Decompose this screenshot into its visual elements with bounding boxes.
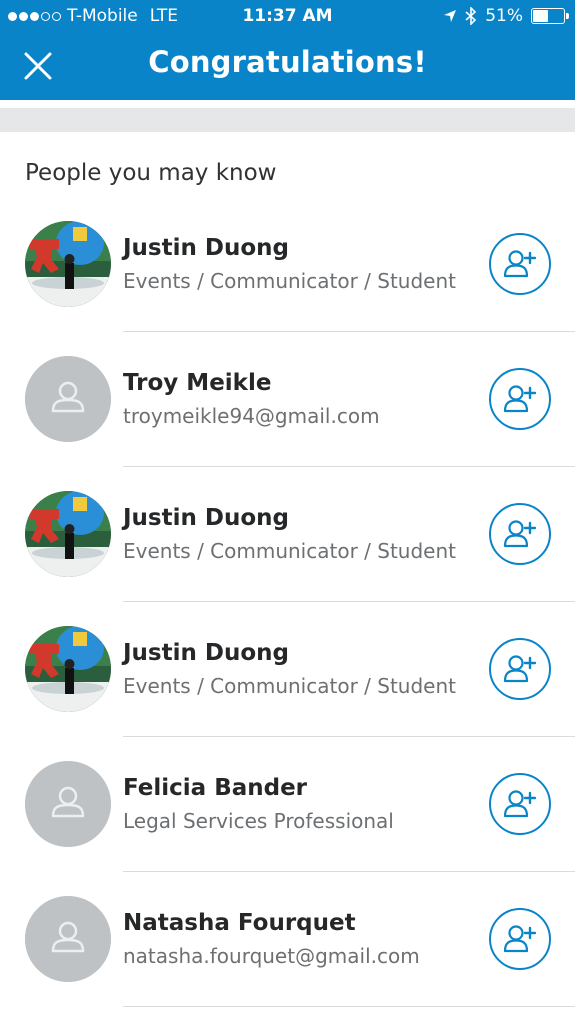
person-row[interactable]: Troy Meikle troymeikle94@gmail.com	[0, 332, 575, 467]
avatar[interactable]	[25, 626, 111, 712]
status-right: 51%	[443, 6, 569, 26]
row-divider	[123, 1005, 575, 1007]
people-list: Justin Duong Events / Communicator / Stud…	[0, 197, 575, 1007]
default-avatar-icon[interactable]	[25, 356, 111, 442]
bluetooth-icon	[465, 7, 477, 25]
add-connection-icon	[503, 925, 537, 953]
connect-button[interactable]	[489, 773, 551, 835]
person-row[interactable]: Justin Duong Events / Communicator / Stud…	[0, 197, 575, 332]
person-name[interactable]: Felicia Bander	[123, 775, 307, 801]
add-connection-icon	[503, 790, 537, 818]
page-title: Congratulations!	[148, 45, 427, 79]
person-headline: Events / Communicator / Student	[123, 539, 456, 563]
add-connection-icon	[503, 520, 537, 548]
avatar[interactable]	[25, 491, 111, 577]
person-row[interactable]: Justin Duong Events / Communicator / Stud…	[0, 602, 575, 737]
connect-button[interactable]	[489, 638, 551, 700]
app-header: T-Mobile LTE 11:37 AM 51% Congratulation…	[0, 0, 575, 100]
person-headline: natasha.fourquet@gmail.com	[123, 944, 420, 968]
battery-icon	[531, 8, 569, 24]
connect-button[interactable]	[489, 908, 551, 970]
person-row[interactable]: Felicia Bander Legal Services Professiona…	[0, 737, 575, 872]
location-arrow-icon	[444, 10, 457, 22]
connect-button[interactable]	[489, 233, 551, 295]
nav-bar: Congratulations!	[0, 32, 575, 100]
default-avatar-icon[interactable]	[25, 896, 111, 982]
person-headline: troymeikle94@gmail.com	[123, 404, 380, 428]
person-name[interactable]: Natasha Fourquet	[123, 910, 356, 936]
battery-percent: 51%	[485, 6, 523, 26]
person-headline: Events / Communicator / Student	[123, 674, 456, 698]
add-connection-icon	[503, 385, 537, 413]
person-name[interactable]: Justin Duong	[123, 235, 289, 261]
person-name[interactable]: Troy Meikle	[123, 370, 271, 396]
person-row[interactable]: Natasha Fourquet natasha.fourquet@gmail.c…	[0, 872, 575, 1007]
person-headline: Legal Services Professional	[123, 809, 394, 833]
avatar[interactable]	[25, 221, 111, 307]
person-name[interactable]: Justin Duong	[123, 505, 289, 531]
add-connection-icon	[503, 250, 537, 278]
connect-button[interactable]	[489, 503, 551, 565]
person-headline: Events / Communicator / Student	[123, 269, 456, 293]
connect-button[interactable]	[489, 368, 551, 430]
add-connection-icon	[503, 655, 537, 683]
section-title: People you may know	[25, 160, 277, 186]
header-spacer-top	[0, 100, 575, 108]
person-row[interactable]: Justin Duong Events / Communicator / Stud…	[0, 467, 575, 602]
default-avatar-icon[interactable]	[25, 761, 111, 847]
status-bar: T-Mobile LTE 11:37 AM 51%	[0, 0, 575, 32]
person-name[interactable]: Justin Duong	[123, 640, 289, 666]
